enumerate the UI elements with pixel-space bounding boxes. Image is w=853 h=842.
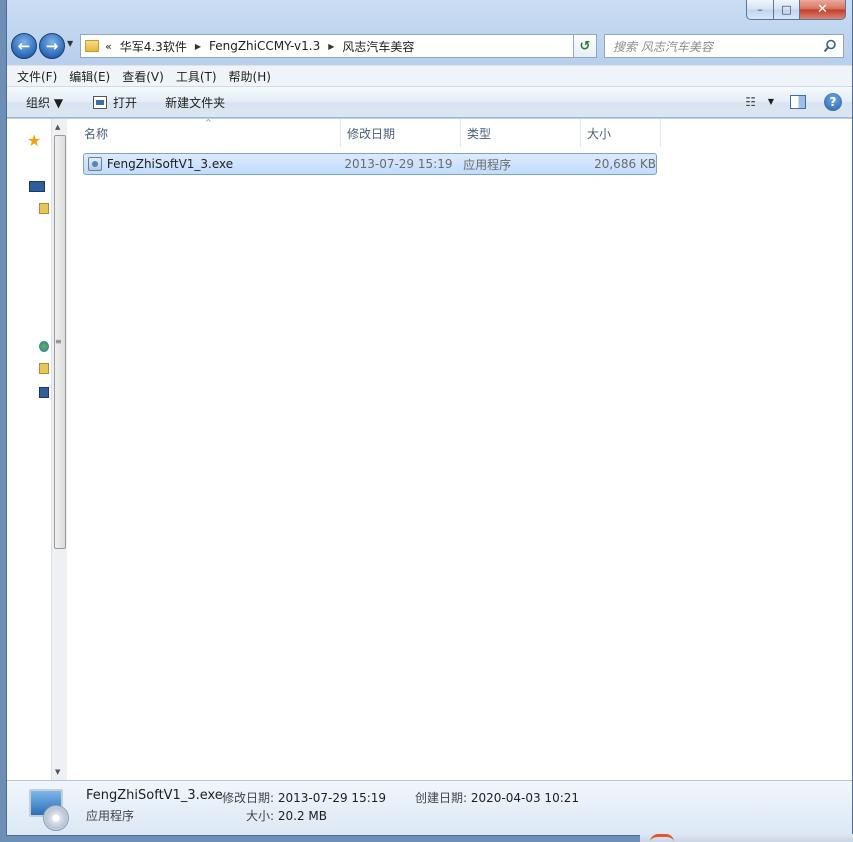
preview-pane-icon[interactable] — [790, 95, 806, 109]
app-logo-icon — [650, 834, 674, 842]
details-type: 应用程序 — [86, 809, 135, 823]
column-header-size[interactable]: 大小 — [581, 119, 661, 147]
breadcrumb-item[interactable]: 华军4.3软件 — [120, 38, 187, 55]
details-modified-value: 2013-07-29 15:19 — [277, 791, 387, 805]
address-bar[interactable]: « 华军4.3软件 ▶ FengZhiCCMY-v1.3 ▶ 风志汽车美容 ▼ — [80, 34, 596, 58]
file-list: ^ 名称 修改日期 类型 大小 FengZhiSoftV1_3.exe 2013… — [68, 118, 852, 780]
details-modified-label: 修改日期: — [222, 791, 275, 805]
application-large-icon — [27, 787, 71, 831]
organize-button[interactable]: 组织 ▼ — [26, 94, 63, 111]
details-size-label: 大小: — [246, 809, 275, 823]
forward-button[interactable]: → — [39, 33, 65, 59]
search-icon[interactable] — [823, 39, 837, 53]
column-header-type[interactable]: 类型 — [461, 119, 581, 147]
libraries-icon[interactable] — [39, 203, 49, 214]
scroll-up-arrow-icon[interactable]: ▲ — [55, 123, 60, 131]
details-created-value: 2020-04-03 10:21 — [470, 791, 580, 805]
sort-ascending-icon: ^ — [205, 118, 212, 127]
scroll-down-arrow-icon[interactable]: ▼ — [55, 768, 60, 776]
menu-edit[interactable]: 编辑(E) — [69, 68, 110, 85]
details-created: 创建日期: 2020-04-03 10:21 — [415, 789, 579, 806]
favorites-star-icon[interactable]: ★ — [27, 131, 41, 150]
command-bar: 组织 ▼ 打开 新建文件夹 ☷ ▼ ? — [7, 87, 852, 118]
application-icon — [88, 157, 102, 171]
column-label: 名称 — [84, 126, 109, 141]
open-icon — [93, 95, 108, 109]
menu-file[interactable]: 文件(F) — [17, 68, 57, 85]
column-header-date[interactable]: 修改日期 — [341, 119, 461, 147]
details-size: 大小: 20.2 MB — [246, 807, 327, 824]
breadcrumb-overflow[interactable]: « — [105, 40, 112, 53]
folder-icon — [85, 40, 99, 52]
desktop-icon[interactable] — [29, 181, 45, 192]
breadcrumb-item[interactable]: 风志汽车美容 — [342, 38, 414, 55]
caption-buttons: – □ ✕ — [746, 0, 846, 20]
explorer-window: – □ ✕ ← → ▼ « 华军4.3软件 ▶ FengZhiCCMY-v1.3… — [6, 0, 853, 836]
disc-shape — [43, 805, 69, 831]
menu-bar: 文件(F) 编辑(E) 查看(V) 工具(T) 帮助(H) — [7, 65, 852, 87]
taskbar-edge — [640, 834, 853, 842]
details-created-label: 创建日期: — [415, 791, 468, 805]
file-date: 2013-07-29 15:19 — [344, 157, 453, 171]
column-headers: ^ 名称 修改日期 类型 大小 — [68, 118, 661, 147]
menu-view[interactable]: 查看(V) — [122, 68, 164, 85]
maximize-button[interactable]: □ — [774, 0, 800, 20]
details-modified: 修改日期: 2013-07-29 15:19 — [222, 789, 386, 806]
minimize-button[interactable]: – — [746, 0, 774, 20]
details-pane: FengZhiSoftV1_3.exe 应用程序 修改日期: 2013-07-2… — [7, 780, 852, 835]
view-options-dropdown[interactable]: ▼ — [768, 97, 774, 106]
new-folder-button[interactable]: 新建文件夹 — [165, 94, 225, 111]
close-button[interactable]: ✕ — [800, 0, 846, 20]
back-button[interactable]: ← — [11, 33, 37, 59]
navigation-pane: ★ — [7, 119, 51, 780]
recent-pages-dropdown[interactable]: ▼ — [67, 39, 73, 48]
breadcrumb-separator-icon[interactable]: ▶ — [328, 42, 334, 51]
breadcrumb-separator-icon[interactable]: ▶ — [195, 42, 201, 51]
details-filename: FengZhiSoftV1_3.exe — [86, 788, 223, 803]
scroll-grip-icon: ≡ — [55, 337, 62, 346]
menu-help[interactable]: 帮助(H) — [229, 68, 271, 85]
nav-pane-scrollbar[interactable]: ▲ ≡ ▼ — [51, 119, 67, 780]
search-placeholder: 搜索 风志汽车美容 — [613, 39, 713, 54]
column-header-name[interactable]: ^ 名称 — [68, 118, 341, 147]
refresh-button[interactable]: ↺ — [573, 34, 597, 58]
file-type: 应用程序 — [463, 157, 512, 172]
menu-tools[interactable]: 工具(T) — [176, 68, 217, 85]
open-label: 打开 — [113, 95, 138, 110]
help-icon[interactable]: ? — [824, 93, 842, 111]
file-name: FengZhiSoftV1_3.exe — [106, 157, 234, 171]
file-size: 20,686 KB — [594, 157, 656, 171]
folder-icon[interactable] — [39, 363, 49, 374]
navigation-row: ← → ▼ « 华军4.3软件 ▶ FengZhiCCMY-v1.3 ▶ 风志汽… — [7, 31, 852, 61]
computer-icon[interactable] — [39, 387, 49, 398]
network-icon[interactable] — [39, 341, 49, 352]
details-size-value: 20.2 MB — [277, 809, 327, 823]
search-input[interactable]: 搜索 风志汽车美容 — [604, 34, 844, 58]
open-button[interactable]: 打开 — [93, 94, 137, 111]
content-area: ★ ▲ ≡ ▼ ^ 名称 修改日期 类型 大小 FengZhiSoftV1_3.… — [7, 118, 852, 780]
change-view-icon[interactable]: ☷ — [745, 95, 756, 109]
breadcrumb-item[interactable]: FengZhiCCMY-v1.3 — [209, 39, 320, 53]
file-row[interactable]: FengZhiSoftV1_3.exe 2013-07-29 15:19 应用程… — [83, 153, 657, 175]
